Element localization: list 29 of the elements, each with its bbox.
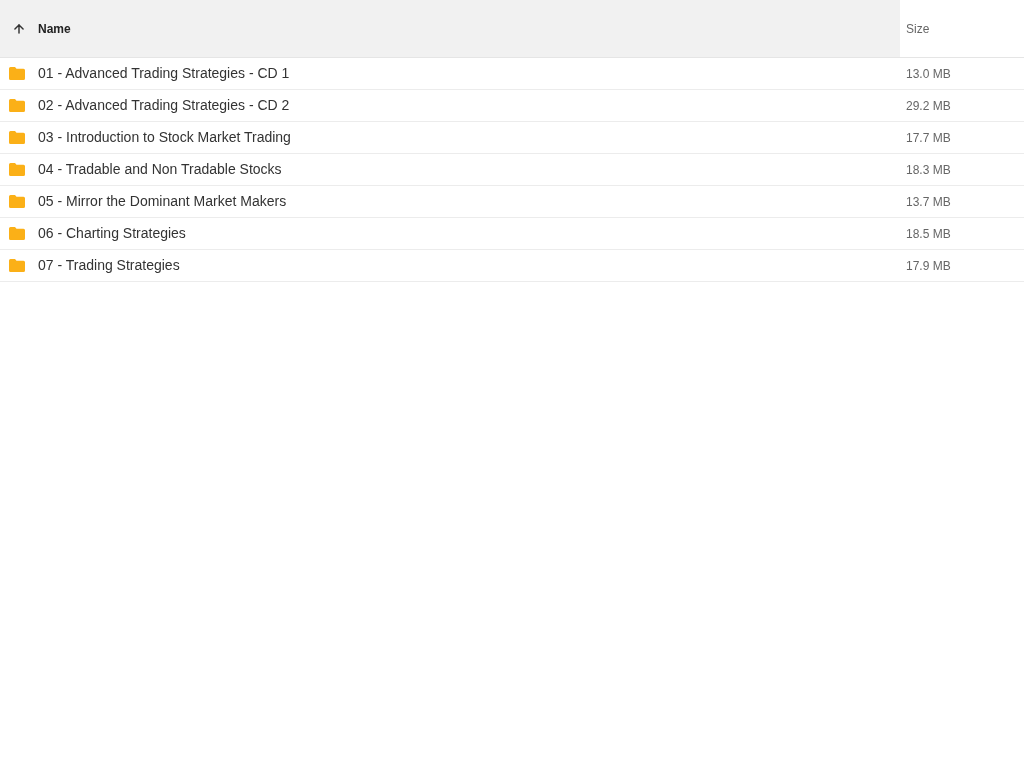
file-name: 07 - Trading Strategies (38, 256, 180, 275)
file-name: 06 - Charting Strategies (38, 224, 186, 243)
file-row[interactable]: 01 - Advanced Trading Strategies - CD 1 13.0 MB (0, 58, 1024, 90)
file-size: 18.5 MB (905, 225, 952, 243)
folder-icon (8, 66, 26, 81)
file-row[interactable]: 05 - Mirror the Dominant Market Makers 13.7 MB (0, 186, 1024, 218)
folder-icon (8, 194, 26, 209)
file-row[interactable]: 07 - Trading Strategies 17.9 MB (0, 250, 1024, 282)
file-size: 17.9 MB (905, 257, 952, 275)
folder-icon (8, 258, 26, 273)
file-size: 17.7 MB (905, 129, 952, 147)
file-row[interactable]: 02 - Advanced Trading Strategies - CD 2 29.2 MB (0, 90, 1024, 122)
column-header[interactable]: Name (0, 0, 900, 57)
file-name: 05 - Mirror the Dominant Market Makers (38, 192, 287, 211)
file-size: 29.2 MB (905, 97, 952, 115)
folder-icon (8, 98, 26, 113)
file-row[interactable]: 03 - Introduction to Stock Market Trading 17.7 MB (0, 122, 1024, 154)
folder-icon (8, 162, 26, 177)
file-name: 01 - Advanced Trading Strategies - CD 1 (38, 64, 290, 83)
file-name: 04 - Tradable and Non Tradable Stocks (38, 160, 282, 179)
folder-icon (8, 130, 26, 145)
folder-icon (8, 226, 26, 241)
file-name: 03 - Introduction to Stock Market Trading (38, 128, 291, 147)
file-size: 13.7 MB (905, 193, 952, 211)
file-row[interactable]: 06 - Charting Strategies 18.5 MB (0, 218, 1024, 250)
file-name: 02 - Advanced Trading Strategies - CD 2 (38, 96, 290, 115)
file-size: 18.3 MB (905, 161, 952, 179)
file-size: 13.0 MB (905, 65, 952, 83)
file-row[interactable]: 04 - Tradable and Non Tradable Stocks 18.3 MB (0, 154, 1024, 186)
